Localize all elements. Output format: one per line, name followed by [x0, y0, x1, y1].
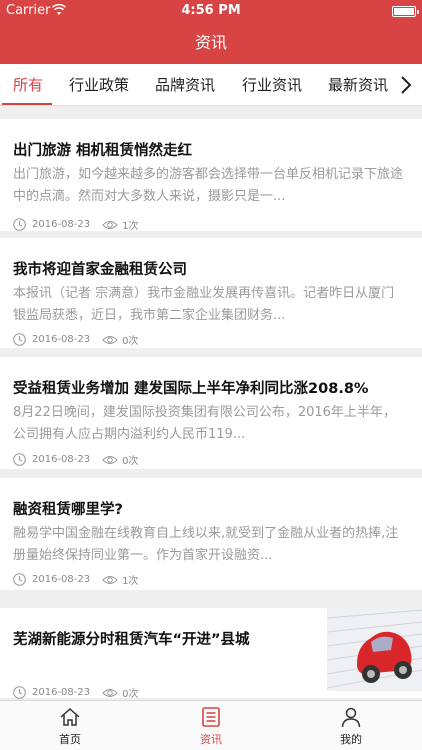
- navigation-bar: 资讯: [0, 22, 422, 64]
- status-bar: Carrier 4:56 PM: [0, 0, 422, 22]
- article-views: 1次: [122, 576, 139, 587]
- article-title: 受益租赁业务增加 建发国际上半年净利同比涨208.8%: [13, 381, 369, 397]
- eye-icon: [102, 455, 118, 464]
- clock-icon: [13, 453, 26, 466]
- bottom-tab-label: 首页: [59, 733, 81, 746]
- home-icon: [60, 707, 80, 726]
- article-title: 我市将迎首家金融租赁公司: [13, 262, 187, 278]
- bottom-tab-bar: 首页 资讯 我的: [0, 700, 422, 750]
- article-meta: 2016-08-23 1次: [13, 572, 139, 587]
- tab-industry-news[interactable]: 行业资讯: [242, 64, 302, 105]
- bottom-tab-label: 资讯: [200, 733, 222, 746]
- article-meta: 2016-08-23 0次: [13, 452, 139, 467]
- bottom-tab-profile[interactable]: 我的: [311, 701, 391, 750]
- bottom-tab-news[interactable]: 资讯: [171, 701, 251, 750]
- article-summary: 8月22日晚间，建发国际投资集团有限公司公布，2016年上半年，公司拥有人应占期…: [13, 405, 396, 442]
- article-views: 0次: [122, 689, 139, 700]
- article-card[interactable]: 芜湖新能源分时租赁汽车“开进”县城 2016-08-23 0次: [0, 608, 422, 700]
- tab-industry-policy[interactable]: 行业政策: [69, 64, 129, 105]
- article-card[interactable]: 融资租赁哪里学? 融易学中国金融在线教育自上线以来,就受到了金融从业者的热捧,注…: [0, 478, 422, 590]
- bottom-tab-home[interactable]: 首页: [30, 701, 110, 750]
- battery-icon: [392, 6, 419, 17]
- article-title: 出门旅游 相机租赁悄然走红: [13, 143, 193, 159]
- news-icon: [202, 707, 220, 727]
- tab-brand-news[interactable]: 品牌资讯: [155, 64, 215, 105]
- clock-icon: [13, 218, 26, 231]
- eye-icon: [102, 688, 118, 697]
- eye-icon: [102, 335, 118, 344]
- clock-icon: [13, 573, 26, 586]
- article-date: 2016-08-23: [32, 687, 91, 698]
- article-date: 2016-08-23: [32, 454, 91, 465]
- article-summary: 本报讯（记者 宗满意）我市金融业发展再传喜讯。记者昨日从厦门银监局获悉，近日，我…: [13, 286, 395, 323]
- tab-all[interactable]: 所有: [13, 64, 43, 105]
- eye-icon: [102, 220, 118, 229]
- article-views: 0次: [122, 456, 139, 467]
- clock-icon: [13, 686, 26, 699]
- article-date: 2016-08-23: [32, 334, 91, 345]
- person-icon: [341, 707, 361, 728]
- page-title: 资讯: [194, 33, 227, 52]
- article-summary: 出门旅游，如今越来越多的游客都会选择带一台单反相机记录下旅途中的点滴。然而对大多…: [13, 167, 404, 204]
- bottom-tab-label: 我的: [340, 733, 362, 746]
- tab-latest-news[interactable]: 最新资讯: [328, 64, 388, 105]
- article-date: 2016-08-23: [32, 219, 91, 230]
- article-views: 0次: [122, 336, 139, 347]
- red-toy-car-image: [326, 608, 422, 691]
- article-title: 融资租赁哪里学?: [13, 502, 123, 518]
- article-date: 2016-08-23: [32, 574, 91, 585]
- article-meta: 2016-08-23 0次: [13, 332, 139, 347]
- article-card[interactable]: 出门旅游 相机租赁悄然走红 出门旅游，如今越来越多的游客都会选择带一台单反相机记…: [0, 119, 422, 232]
- clock-time: 4:56 PM: [181, 3, 241, 18]
- article-card[interactable]: 受益租赁业务增加 建发国际上半年净利同比涨208.8% 8月22日晚间，建发国际…: [0, 357, 422, 469]
- clock-icon: [13, 333, 26, 346]
- article-meta: 2016-08-23 1次: [13, 217, 139, 232]
- article-title: 芜湖新能源分时租赁汽车“开进”县城: [13, 632, 250, 648]
- category-tabs: 所有 行业政策 品牌资讯 行业资讯 最新资讯: [0, 64, 422, 106]
- chevron-right-icon[interactable]: [398, 75, 414, 95]
- active-tab-indicator: [2, 103, 52, 105]
- article-views: 1次: [122, 221, 139, 232]
- eye-icon: [102, 575, 118, 584]
- article-card[interactable]: 我市将迎首家金融租赁公司 本报讯（记者 宗满意）我市金融业发展再传喜讯。记者昨日…: [0, 238, 422, 348]
- article-thumbnail: [326, 608, 422, 691]
- article-meta: 2016-08-23 0次: [13, 685, 139, 700]
- article-summary: 融易学中国金融在线教育自上线以来,就受到了金融从业者的热捧,注册量始终保持同业第…: [13, 526, 399, 563]
